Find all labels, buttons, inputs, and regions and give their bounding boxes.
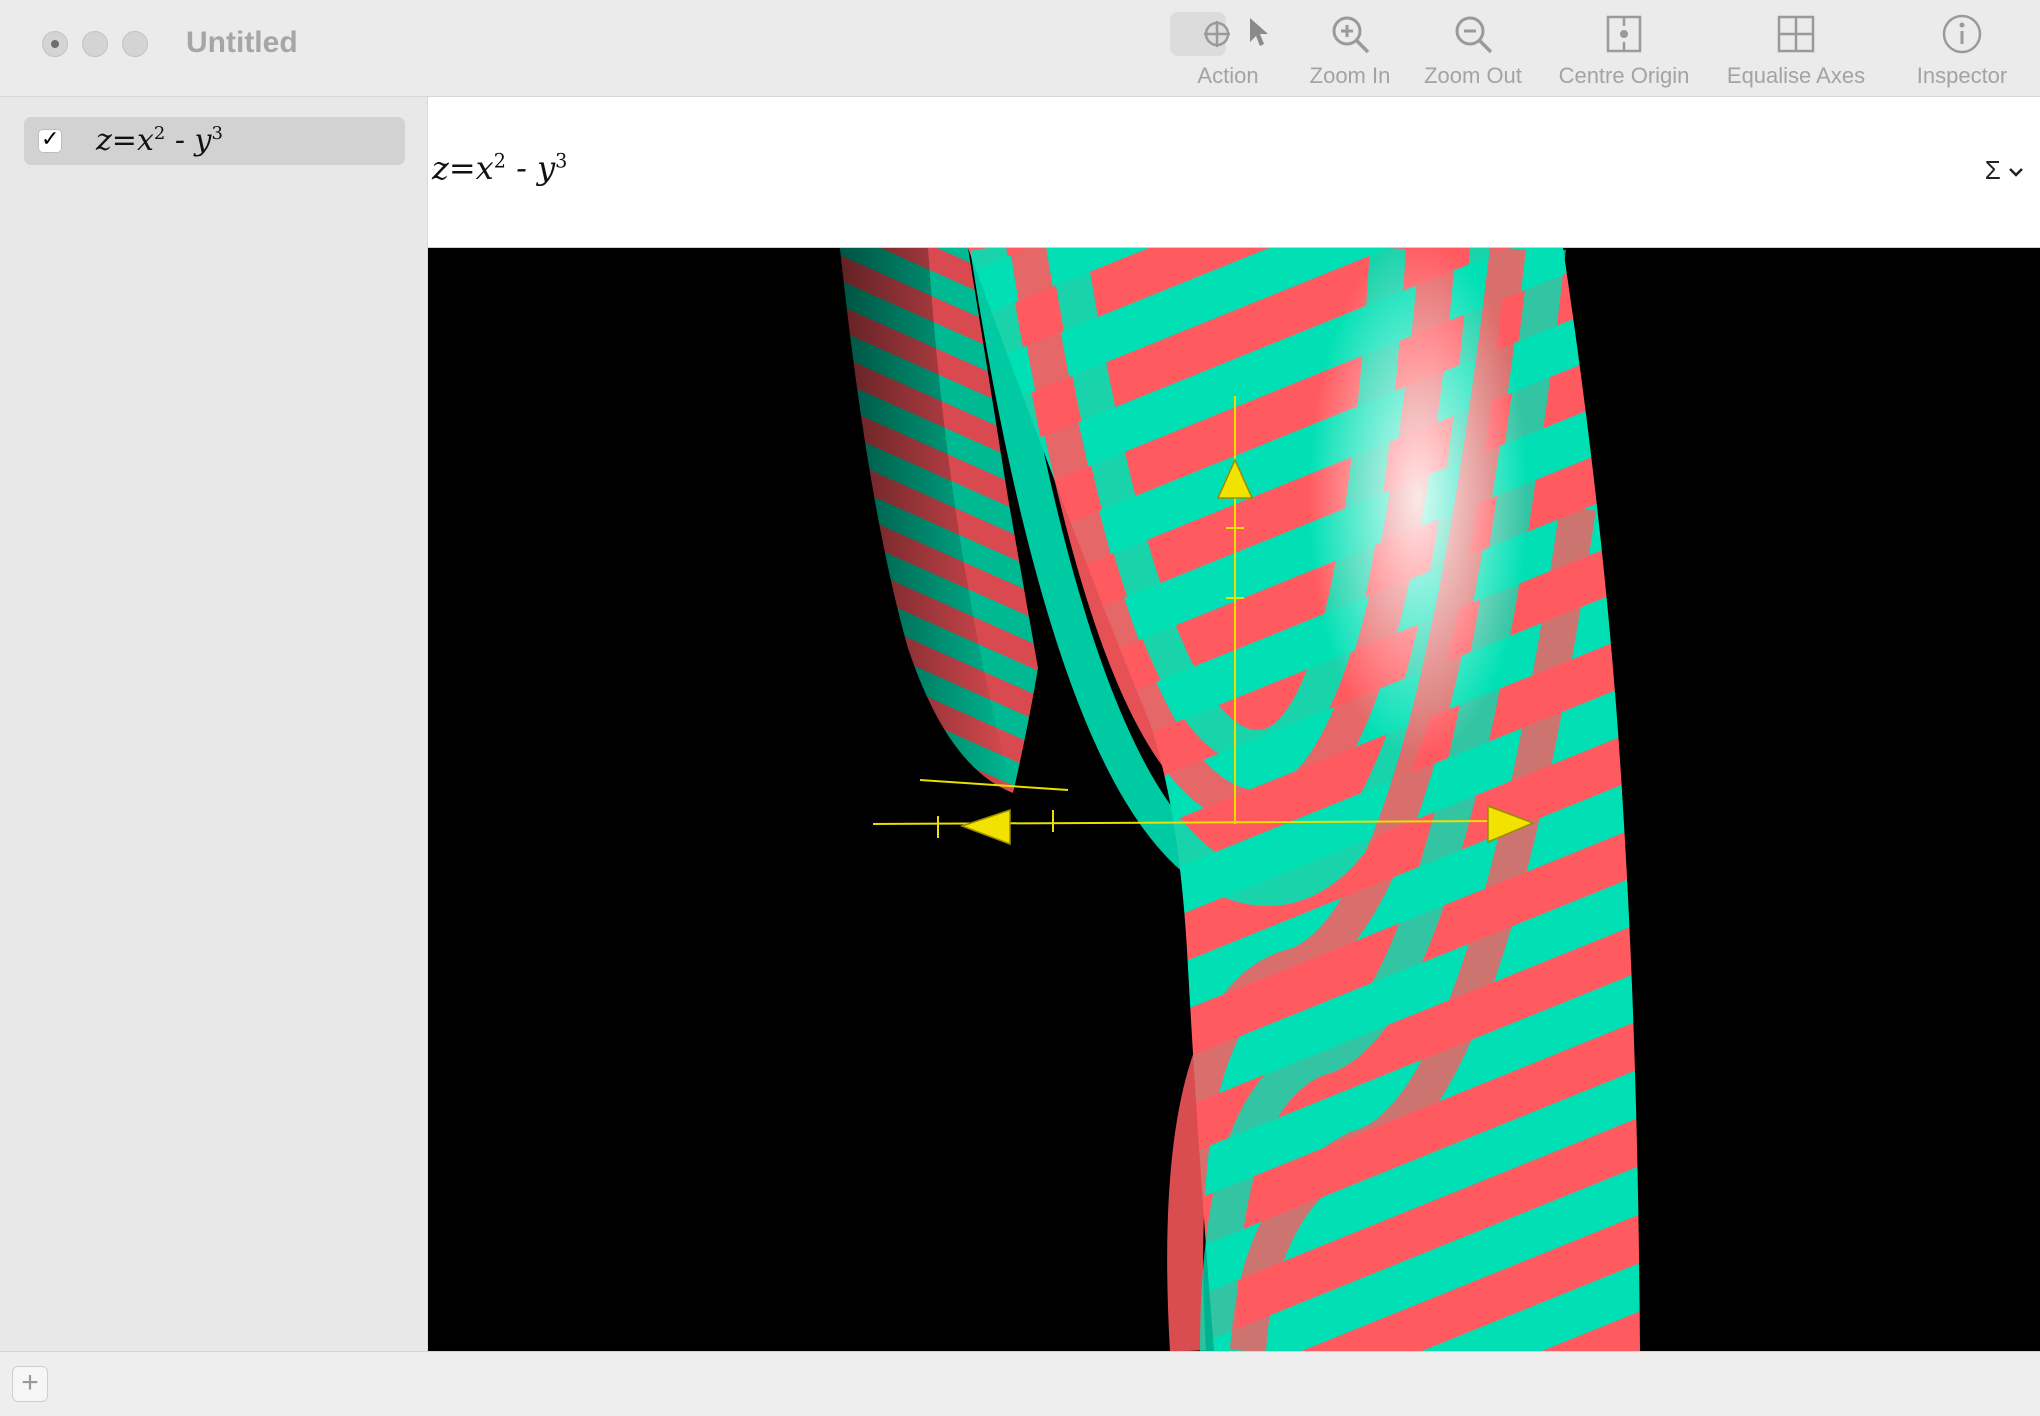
minimize-button[interactable] (82, 31, 108, 57)
bottom-bar: + (0, 1351, 2040, 1416)
centre-origin-icon (1606, 15, 1642, 53)
chevron-down-icon (2009, 168, 2023, 177)
surface-plot[interactable] (428, 248, 2040, 1351)
toolbar-zoom-out[interactable]: Zoom Out (1418, 0, 1528, 96)
sidebar-equation-text: z=x2 - y3 (96, 123, 223, 158)
equalise-axes-icon (1777, 15, 1815, 53)
toolbar-zoom-in-label: Zoom In (1309, 63, 1391, 88)
sigma-menu-button[interactable]: Σ (1985, 155, 2024, 186)
eq-mid: - y (165, 123, 212, 158)
equation-editor[interactable]: z=x2 - y3 Σ (428, 97, 2040, 248)
app-window: Untitled Action Zoom In Zoom Out Centre … (0, 0, 2040, 1416)
info-icon (1942, 14, 1982, 54)
sigma-icon: Σ (1984, 155, 2001, 185)
equation-visible-checkbox[interactable] (38, 126, 62, 153)
toolbar-zoom-out-label: Zoom Out (1424, 63, 1522, 88)
toolbar-action[interactable]: Action (1180, 0, 1276, 96)
toolbar-action-label: Action (1197, 63, 1259, 88)
3d-plot-viewport[interactable] (428, 248, 2040, 1351)
close-button[interactable] (42, 31, 68, 57)
crosshair-icon (1204, 21, 1230, 47)
eq-exp2: 3 (211, 123, 223, 144)
editor-eq-exp2: 3 (555, 149, 568, 173)
toolbar-equalise-axes-label: Equalise Axes (1726, 63, 1866, 88)
editor-equation-text[interactable]: z=x2 - y3 (432, 149, 567, 187)
window-title: Untitled (186, 26, 298, 59)
toolbar-inspector-label: Inspector (1916, 63, 2008, 88)
surface-highlight (1308, 248, 1528, 758)
editor-eq-lhs: z=x (432, 149, 494, 187)
equation-sidebar: z=x2 - y3 (0, 97, 428, 1351)
toolbar-centre-origin-label: Centre Origin (1558, 63, 1690, 88)
equation-list-item[interactable]: z=x2 - y3 (24, 117, 405, 165)
add-equation-button[interactable]: + (12, 1366, 48, 1402)
toolbar-zoom-in[interactable]: Zoom In (1298, 0, 1402, 96)
eq-exp1: 2 (153, 123, 166, 144)
zoom-button[interactable] (122, 31, 148, 57)
pointer-icon[interactable] (1246, 16, 1272, 50)
toolbar-centre-origin[interactable]: Centre Origin (1550, 0, 1698, 96)
editor-eq-exp1: 2 (493, 149, 506, 173)
editor-eq-mid: - y (505, 149, 556, 187)
eq-lhs: z=x (96, 123, 154, 158)
x-axis-negative-arrow (959, 808, 1011, 846)
title-bar: Untitled Action Zoom In Zoom Out Centre … (0, 0, 2040, 97)
toolbar-inspector[interactable]: Inspector (1906, 0, 2018, 96)
zoom-out-icon (1455, 16, 1493, 54)
zoom-in-icon (1332, 16, 1370, 54)
toolbar-equalise-axes[interactable]: Equalise Axes (1718, 0, 1874, 96)
